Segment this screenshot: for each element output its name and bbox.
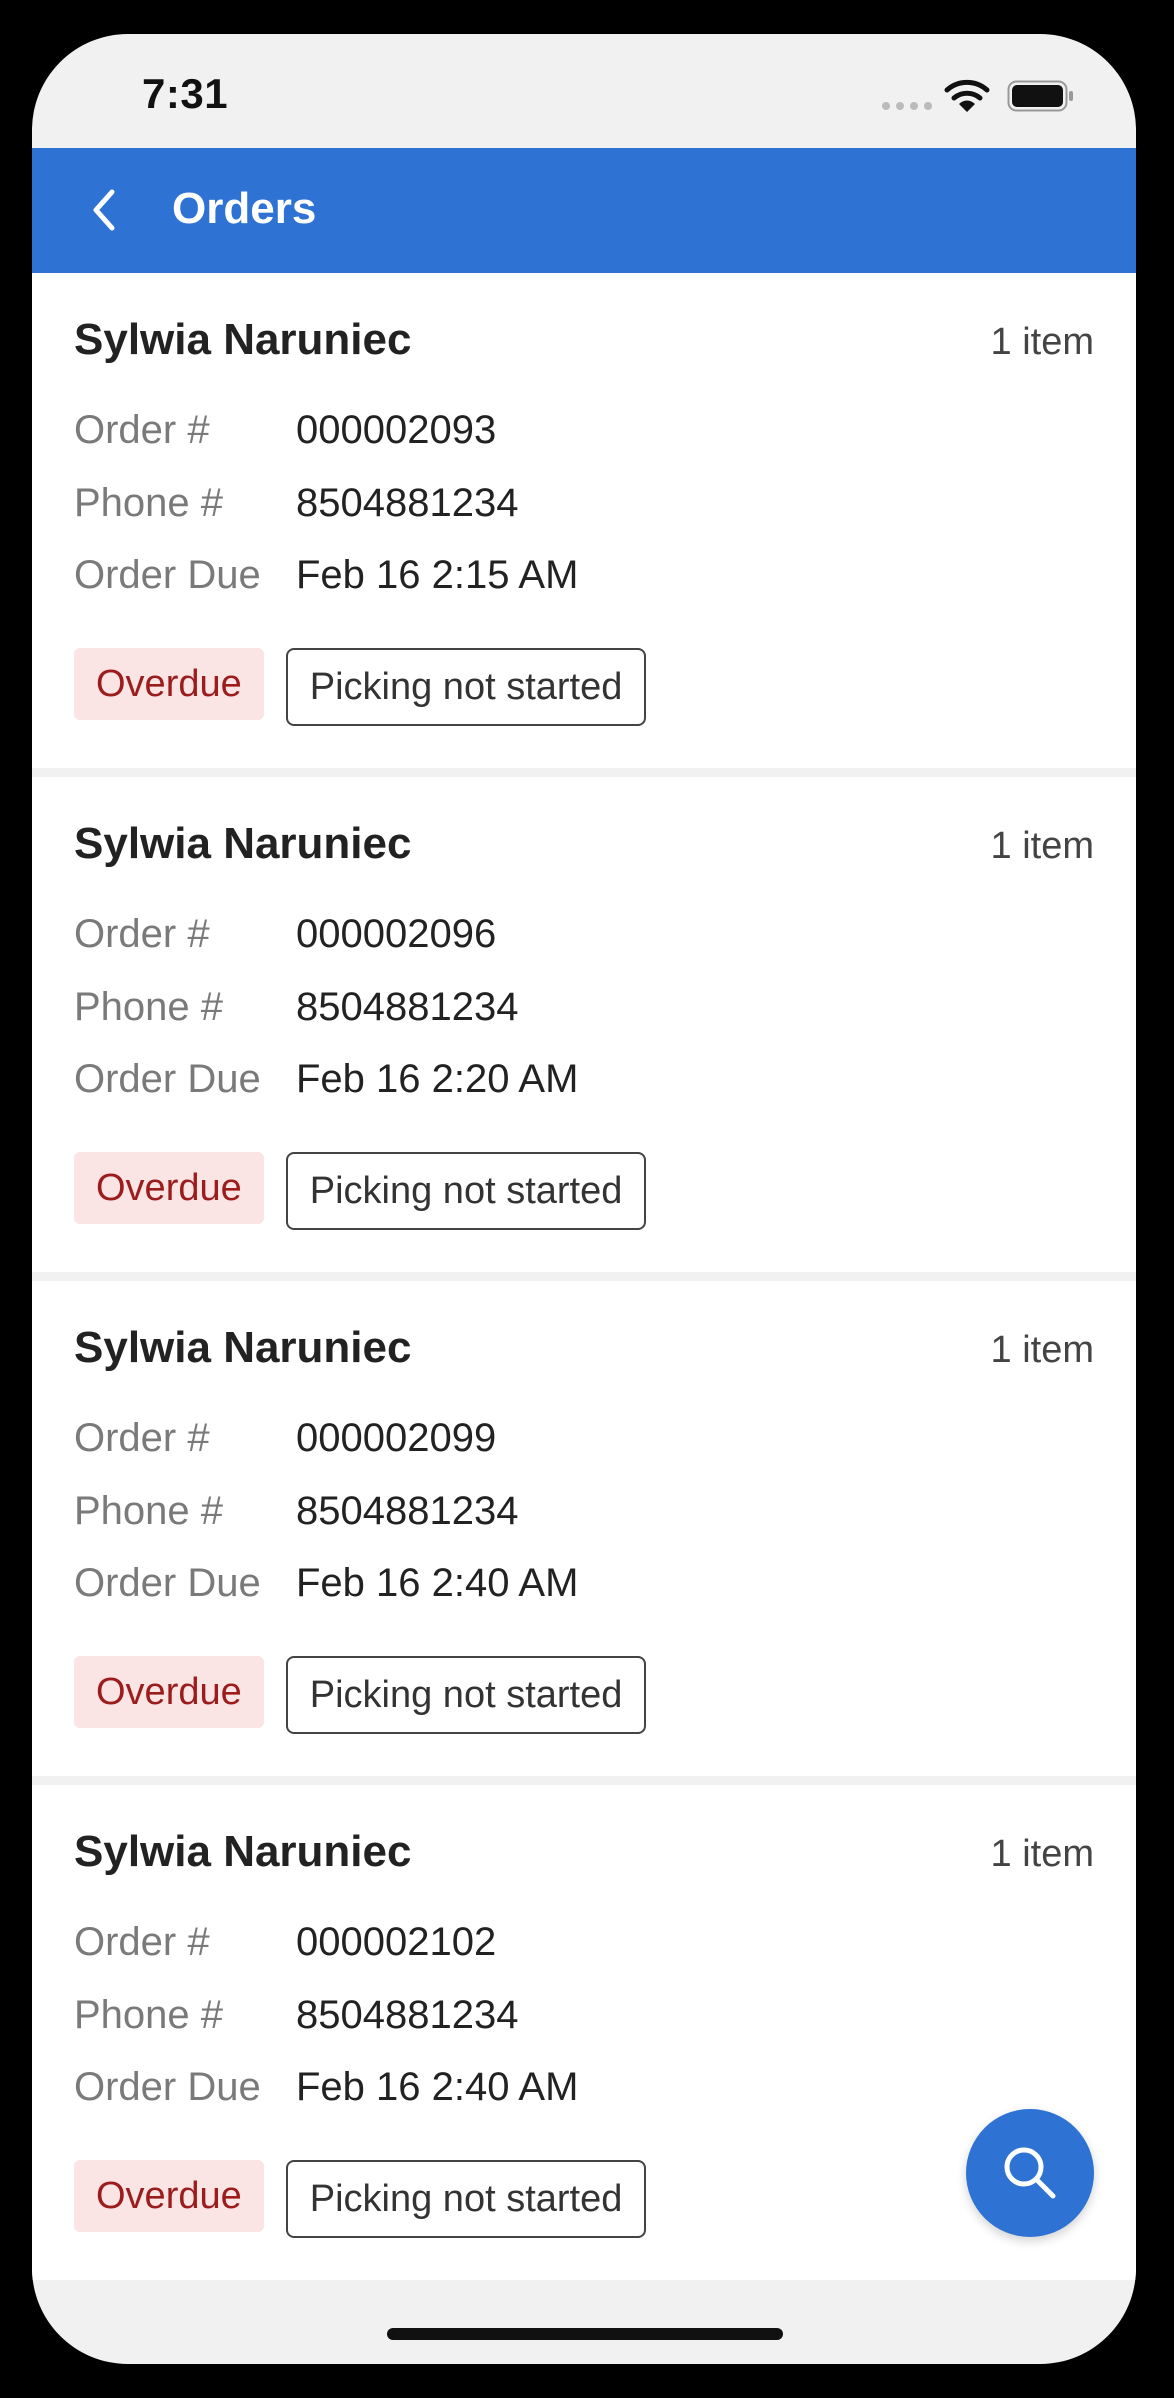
status-time: 7:31 — [142, 70, 229, 117]
phone-label: Phone # — [74, 1993, 224, 2037]
order-due-label: Order Due — [74, 2065, 261, 2109]
order-due-label: Order Due — [74, 1057, 261, 1101]
customer-name: Sylwia Naruniec — [74, 1827, 412, 1876]
order-due-row: Order Due Feb 16 2:40 AM — [74, 1561, 578, 1606]
phone-value: 8504881234 — [296, 1489, 519, 1533]
phone-label: Phone # — [74, 481, 224, 525]
order-number-value: 000002096 — [296, 912, 497, 956]
item-count: 1 item — [990, 1329, 1094, 1371]
page-title: Orders — [172, 184, 317, 233]
back-button[interactable] — [76, 180, 136, 240]
phone-value: 8504881234 — [296, 1993, 519, 2037]
signal-dots-icon — [882, 102, 932, 110]
order-number-value: 000002099 — [296, 1416, 497, 1460]
phone-label: Phone # — [74, 985, 224, 1029]
chevron-left-icon — [93, 189, 115, 231]
customer-name: Sylwia Naruniec — [74, 315, 412, 364]
order-number-label: Order # — [74, 912, 210, 956]
battery-icon — [1007, 80, 1073, 112]
overdue-badge: Overdue — [74, 1152, 264, 1224]
item-count: 1 item — [990, 1833, 1094, 1875]
status-badges: Overdue Picking not started — [74, 2160, 647, 2238]
order-due-row: Order Due Feb 16 2:15 AM — [74, 553, 578, 598]
order-number-value: 000002102 — [296, 1920, 497, 1964]
order-due-label: Order Due — [74, 1561, 261, 1605]
order-card[interactable]: Sylwia Naruniec 1 item Order #000002102 … — [32, 1785, 1136, 2280]
overdue-badge: Overdue — [74, 648, 264, 720]
order-number-row: Order # 000002102 — [74, 1920, 496, 1965]
phone-screen: 7:31 Orders Sylwia Naruniec 1 item Order… — [32, 34, 1136, 2364]
order-card[interactable]: Sylwia Naruniec 1 item Order #000002093 … — [32, 273, 1136, 768]
phone-row: Phone # 8504881234 — [74, 1993, 518, 2038]
order-due-row: Order Due Feb 16 2:40 AM — [74, 2065, 578, 2110]
overdue-badge: Overdue — [74, 1656, 264, 1728]
item-count: 1 item — [990, 321, 1094, 363]
search-button[interactable] — [966, 2109, 1094, 2237]
order-number-value: 000002093 — [296, 408, 497, 452]
customer-name: Sylwia Naruniec — [74, 1323, 412, 1372]
order-number-label: Order # — [74, 408, 210, 452]
order-due-value: Feb 16 2:40 AM — [296, 1561, 579, 1605]
order-number-row: Order # 000002096 — [74, 912, 496, 957]
home-indicator — [387, 2328, 783, 2340]
status-badges: Overdue Picking not started — [74, 1656, 647, 1734]
phone-row: Phone # 8504881234 — [74, 985, 518, 1030]
item-count: 1 item — [990, 825, 1094, 867]
order-list: Sylwia Naruniec 1 item Order #000002093 … — [32, 273, 1136, 2289]
status-badges: Overdue Picking not started — [74, 1152, 647, 1230]
order-due-value: Feb 16 2:15 AM — [296, 553, 579, 597]
order-due-value: Feb 16 2:40 AM — [296, 2065, 579, 2109]
picking-status-badge: Picking not started — [285, 1656, 647, 1734]
phone-row: Phone # 8504881234 — [74, 481, 518, 526]
wifi-icon — [944, 79, 990, 112]
phone-row: Phone # 8504881234 — [74, 1489, 518, 1534]
customer-name: Sylwia Naruniec — [74, 819, 412, 868]
status-badges: Overdue Picking not started — [74, 648, 647, 726]
order-number-label: Order # — [74, 1416, 210, 1460]
order-number-row: Order # 000002099 — [74, 1416, 496, 1461]
phone-value: 8504881234 — [296, 985, 519, 1029]
picking-status-badge: Picking not started — [285, 1152, 647, 1230]
status-bar: 7:31 — [32, 34, 1136, 148]
order-due-label: Order Due — [74, 553, 261, 597]
overdue-badge: Overdue — [74, 2160, 264, 2232]
order-due-value: Feb 16 2:20 AM — [296, 1057, 579, 1101]
order-card[interactable]: Sylwia Naruniec 1 item Order #000002099 … — [32, 1281, 1136, 1776]
app-header: Orders — [32, 148, 1136, 273]
picking-status-badge: Picking not started — [285, 2160, 647, 2238]
order-card[interactable]: Sylwia Naruniec 1 item Order #000002096 … — [32, 777, 1136, 1272]
picking-status-badge: Picking not started — [285, 648, 647, 726]
order-due-row: Order Due Feb 16 2:20 AM — [74, 1057, 578, 1102]
search-icon — [1004, 2147, 1056, 2199]
order-number-row: Order # 000002093 — [74, 408, 496, 453]
order-number-label: Order # — [74, 1920, 210, 1964]
phone-value: 8504881234 — [296, 481, 519, 525]
phone-label: Phone # — [74, 1489, 224, 1533]
